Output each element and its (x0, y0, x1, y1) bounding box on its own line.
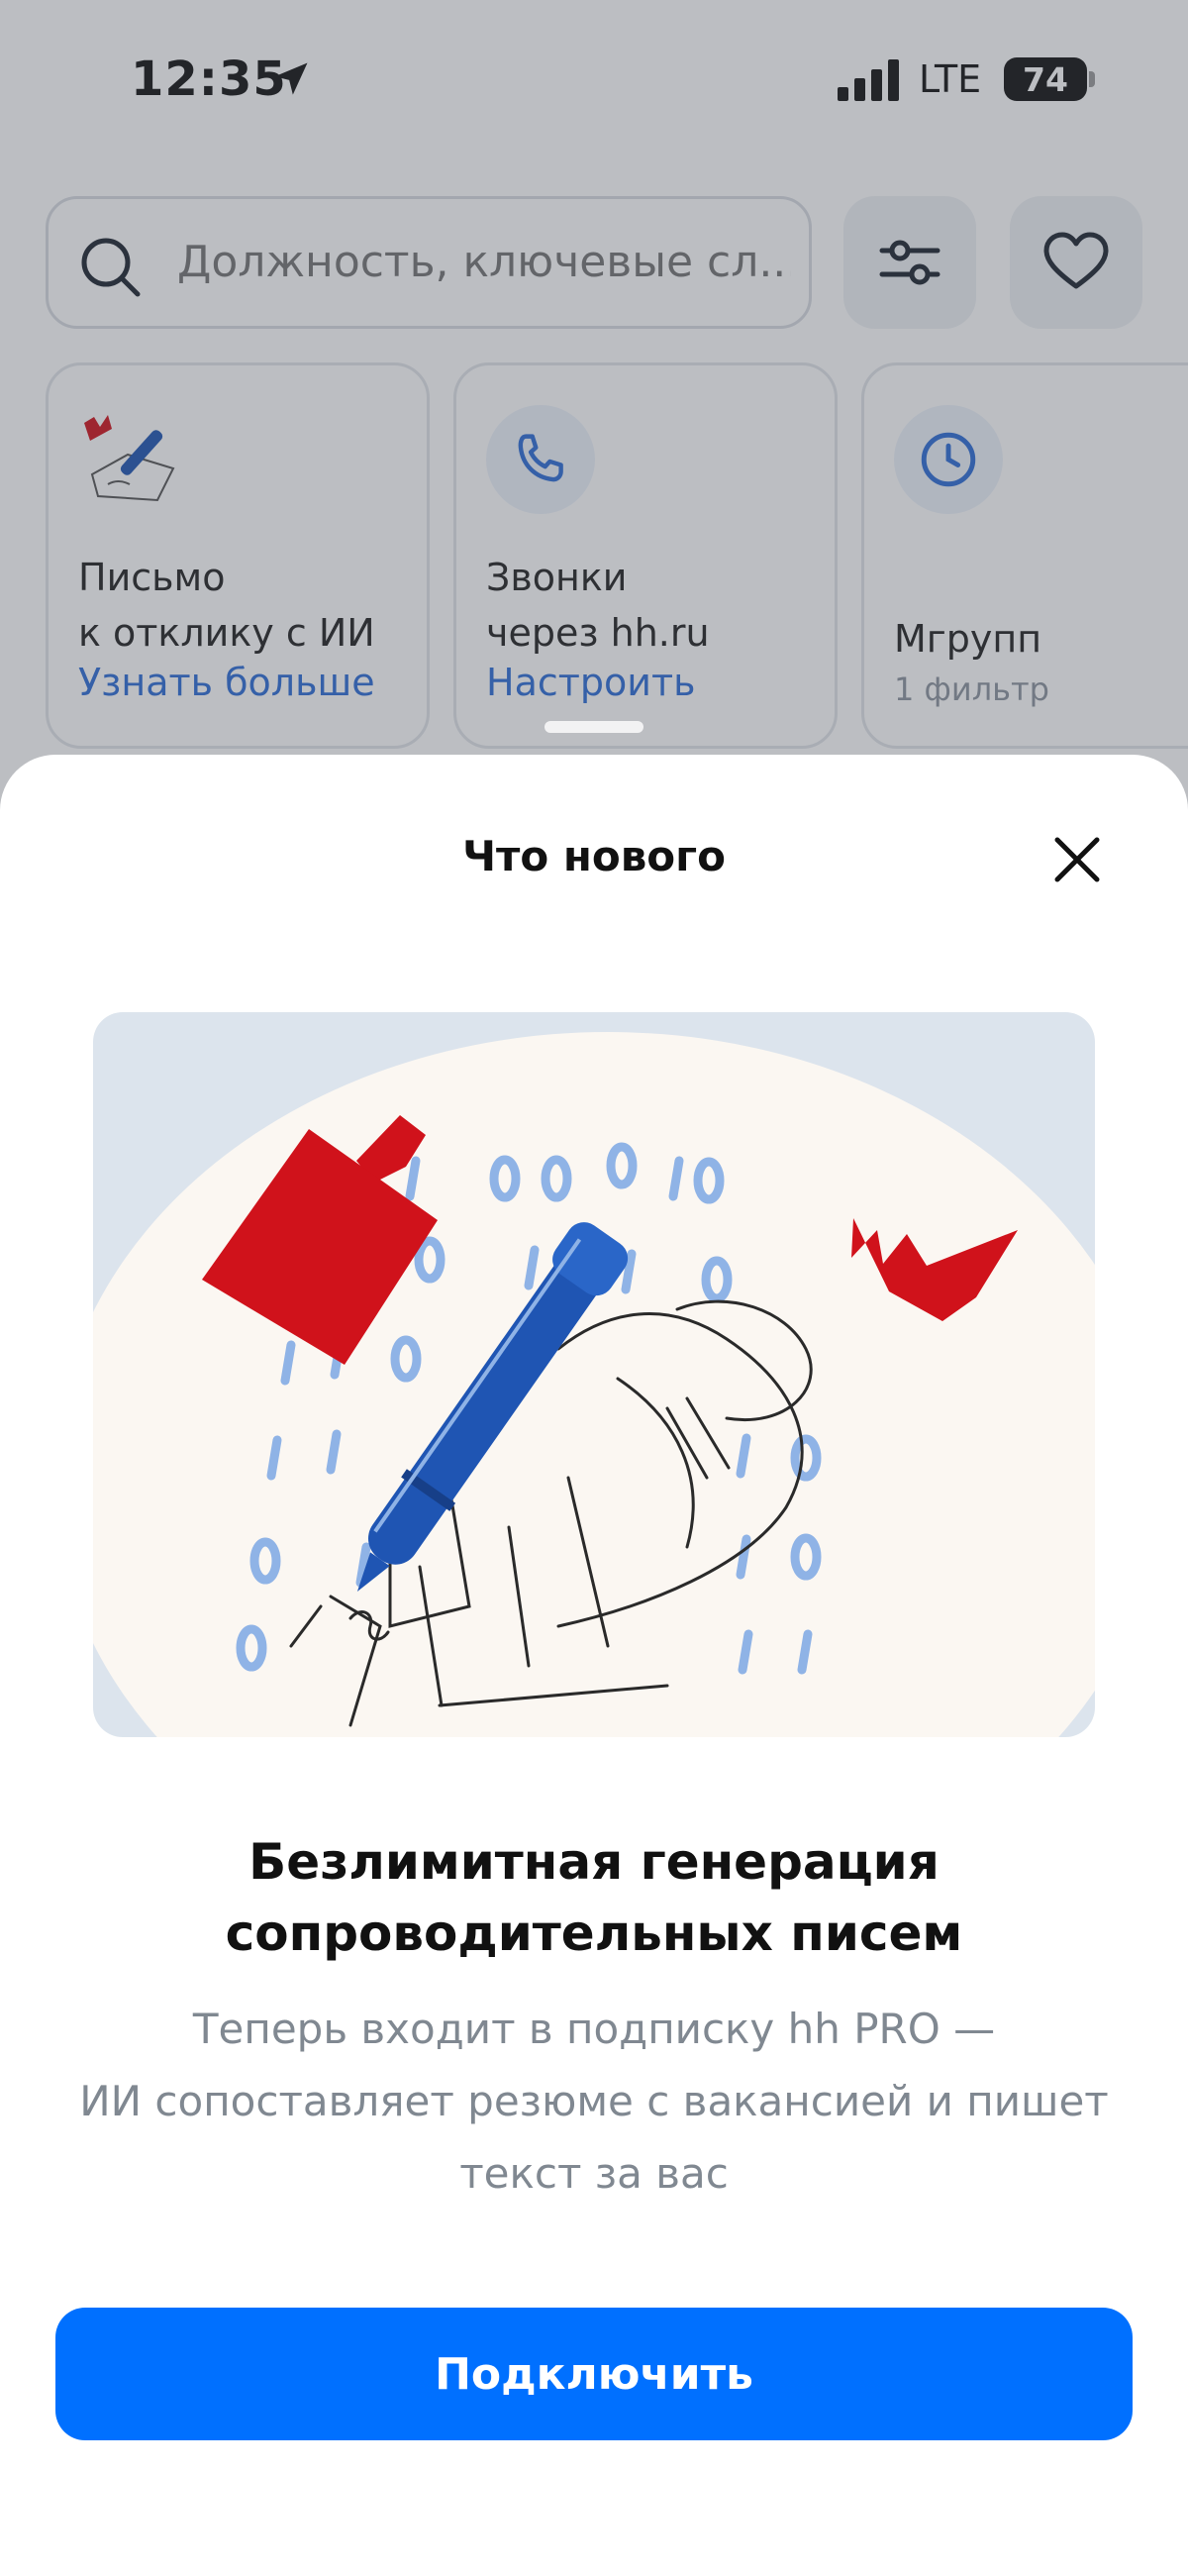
connect-button[interactable]: Подключить (55, 2308, 1133, 2440)
screen: 12:35 LTE 74 Должность, ключевые сл... П… (0, 0, 1188, 2576)
pen-and-letter-illustration (93, 1032, 1095, 1737)
promo-headline: Безлимитная генерация сопроводительных п… (0, 1826, 1188, 1969)
promo-description-line: текст за вас (459, 2149, 729, 2198)
promo-illustration (93, 1012, 1095, 1737)
close-icon (1054, 837, 1100, 882)
promo-description-line: Теперь входит в подписку hh PRO — (192, 2005, 996, 2053)
whats-new-sheet: Что нового Безлимитная генерация сопрово… (0, 755, 1188, 2576)
close-button[interactable] (1041, 824, 1113, 895)
promo-description-line: ИИ сопоставляет резюме с вакансией и пиш… (79, 2077, 1109, 2125)
promo-headline-line: сопроводительных писем (225, 1905, 963, 1962)
promo-description: Теперь входит в подписку hh PRO — ИИ соп… (0, 1993, 1188, 2210)
sheet-title: Что нового (462, 832, 726, 880)
sheet-drag-handle[interactable] (544, 721, 644, 733)
promo-headline-line: Безлимитная генерация (248, 1833, 940, 1891)
